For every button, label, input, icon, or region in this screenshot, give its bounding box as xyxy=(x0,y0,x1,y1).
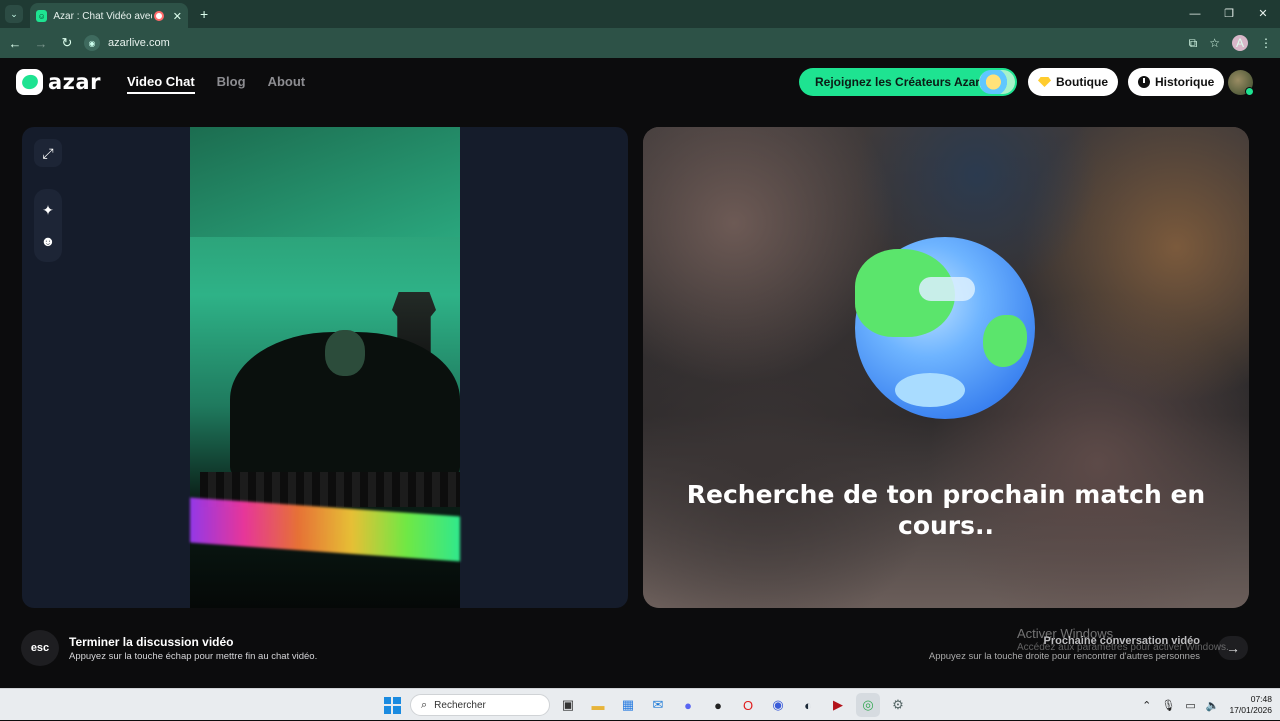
nav-blog[interactable]: Blog xyxy=(217,74,246,94)
user-avatar[interactable] xyxy=(1228,70,1254,96)
tab-search-button[interactable]: ⌄ xyxy=(5,5,23,23)
self-video-panel: ⤢ ✦ ☻ xyxy=(22,127,628,608)
browser-profile-avatar[interactable]: A xyxy=(1232,35,1248,51)
microphone-icon[interactable]: 🎙 xyxy=(1161,699,1175,712)
fullscreen-toggle-icon[interactable]: ⤢ xyxy=(34,139,62,167)
join-creators-button[interactable]: Rejoignez les Créateurs Azar xyxy=(799,68,1017,96)
diamond-icon xyxy=(1038,77,1051,87)
site-info-icon[interactable]: ◉ xyxy=(84,35,100,51)
browser-tab-strip: ⌄ ☺ Azar : Chat Vidéo avec de n ✕ + — ❐ … xyxy=(0,0,1280,29)
chrome-icon[interactable]: ◎ xyxy=(856,693,880,717)
clock-icon xyxy=(1138,76,1150,88)
globe-icon xyxy=(855,237,1035,419)
mail-icon[interactable]: ✉ xyxy=(646,693,670,717)
windows-logo-icon xyxy=(383,696,401,714)
join-creators-label: Rejoignez les Créateurs Azar xyxy=(815,75,980,89)
settings-gear-icon[interactable]: ⚙ xyxy=(886,693,910,717)
steam-icon[interactable]: ◐ xyxy=(796,693,820,717)
minimize-icon[interactable]: — xyxy=(1178,0,1212,28)
app-blue-icon[interactable]: ◉ xyxy=(766,693,790,717)
tab-title: Azar : Chat Vidéo avec de n xyxy=(53,10,152,22)
azar-logo[interactable]: azar xyxy=(16,69,101,95)
activate-windows-title: Activer Windows xyxy=(1017,626,1114,641)
magic-wand-icon[interactable]: ✦ xyxy=(34,196,62,224)
self-camera-feed xyxy=(190,127,460,608)
task-view-icon[interactable]: ▣ xyxy=(556,693,580,717)
tab-close-icon[interactable]: ✕ xyxy=(173,10,182,23)
file-explorer-icon[interactable]: ▬ xyxy=(586,693,610,717)
system-tray: ⌃ 🎙 ▭ 🔈 07:48 17/01/2026 xyxy=(1142,689,1272,721)
online-status-icon xyxy=(1245,87,1254,96)
taskbar-clock[interactable]: 07:48 17/01/2026 xyxy=(1229,694,1272,716)
nav-video-chat[interactable]: Video Chat xyxy=(127,74,195,94)
new-tab-icon[interactable]: + xyxy=(200,6,208,22)
end-chat-title: Terminer la discussion vidéo xyxy=(69,635,234,649)
taskbar-search-placeholder: Rechercher xyxy=(434,699,486,711)
end-chat-hint: Appuyez sur la touche échap pour mettre … xyxy=(69,651,318,662)
cast-icon[interactable]: ⧉ xyxy=(1189,36,1198,51)
clock-date: 17/01/2026 xyxy=(1229,705,1272,715)
opera-icon[interactable]: O xyxy=(736,693,760,717)
azar-favicon-icon: ☺ xyxy=(36,10,48,22)
taskbar-search-box[interactable]: ⌕ Rechercher xyxy=(410,694,550,716)
start-button[interactable] xyxy=(380,693,404,717)
shop-label: Boutique xyxy=(1056,75,1108,89)
nav-about[interactable]: About xyxy=(268,74,306,94)
forward-icon[interactable]: → xyxy=(30,36,52,51)
activate-windows-subtitle: Accédez aux paramètres pour activer Wind… xyxy=(1017,642,1229,653)
bookmark-star-icon[interactable]: ☆ xyxy=(1209,36,1220,50)
app-dark-icon[interactable]: ● xyxy=(706,693,730,717)
tray-chevron-icon[interactable]: ⌃ xyxy=(1142,699,1151,712)
volume-icon[interactable]: 🔈 xyxy=(1206,699,1220,712)
azar-logo-icon xyxy=(16,69,43,95)
search-icon: ⌕ xyxy=(421,698,428,711)
main-nav: Video Chat Blog About xyxy=(127,74,305,94)
browser-tab-azar[interactable]: ☺ Azar : Chat Vidéo avec de n ✕ xyxy=(30,3,188,29)
network-icon[interactable]: ▭ xyxy=(1185,699,1195,712)
logo-text: azar xyxy=(48,70,101,94)
restore-icon[interactable]: ❐ xyxy=(1212,0,1246,28)
azar-page: azar Video Chat Blog About Rejoignez les… xyxy=(0,58,1280,688)
recording-indicator-icon xyxy=(154,11,164,21)
video-tools: ⤢ ✦ ☻ xyxy=(34,139,62,262)
history-button[interactable]: Historique xyxy=(1128,68,1225,96)
discord-icon[interactable]: ● xyxy=(676,693,700,717)
rgb-keyboard xyxy=(190,497,460,562)
window-close-icon[interactable]: ✕ xyxy=(1246,0,1280,28)
window-controls: — ❐ ✕ xyxy=(1178,0,1280,28)
end-chat-button[interactable]: esc xyxy=(21,630,59,666)
browser-toolbar: ← → ↻ ◉ azarlive.com ⧉ ☆ A ⋮ xyxy=(0,28,1280,58)
shop-button[interactable]: Boutique xyxy=(1028,68,1118,96)
app-red-icon[interactable]: ▶ xyxy=(826,693,850,717)
reload-icon[interactable]: ↻ xyxy=(56,35,78,51)
address-bar[interactable]: ◉ azarlive.com xyxy=(80,32,1180,54)
history-label: Historique xyxy=(1155,75,1215,89)
clock-time: 07:48 xyxy=(1250,694,1272,704)
browser-menu-icon[interactable]: ⋮ xyxy=(1260,36,1272,50)
match-video-panel: Recherche de ton prochain match en cours… xyxy=(643,127,1249,608)
match-search-status: Recherche de ton prochain match en cours… xyxy=(686,480,1206,540)
back-icon[interactable]: ← xyxy=(4,36,26,51)
url-text[interactable]: azarlive.com xyxy=(108,37,170,49)
face-effects-icon[interactable]: ☻ xyxy=(34,227,62,255)
store-icon[interactable]: ▦ xyxy=(616,693,640,717)
windows-taskbar: ⌕ Rechercher ▣ ▬ ▦ ✉ ● ● O ◉ ◐ ▶ ◎ ⚙ ⌃ 🎙… xyxy=(0,688,1280,720)
creators-badge-icon xyxy=(979,70,1015,94)
